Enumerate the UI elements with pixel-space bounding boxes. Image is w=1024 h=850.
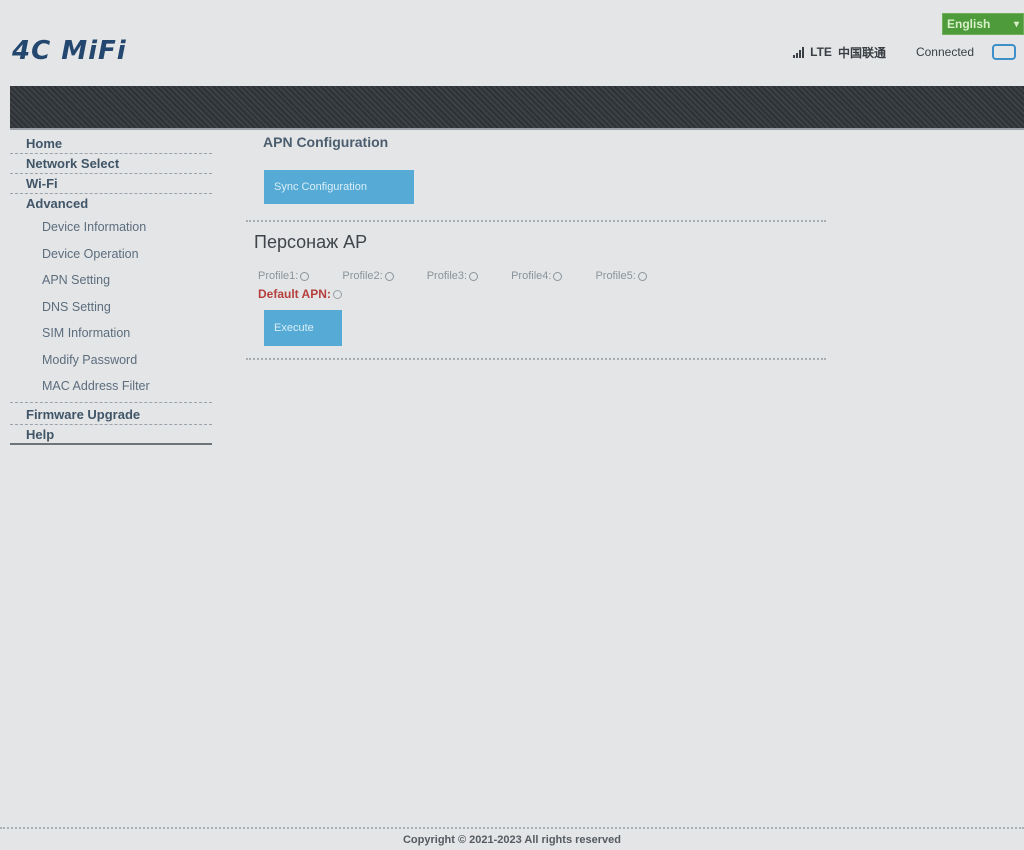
copyright: Copyright © 2021-2023 All rights reserve… bbox=[402, 834, 621, 846]
profile-1-label: Profile1: bbox=[258, 270, 299, 282]
profile-5-label: Profile5: bbox=[595, 270, 636, 282]
profile-3-radio[interactable]: Profile3: bbox=[426, 270, 479, 282]
divider bbox=[246, 220, 826, 222]
radio-icon[interactable] bbox=[637, 271, 647, 281]
sidebar-item-help[interactable]: Help bbox=[10, 425, 212, 445]
profile-2-label: Profile2: bbox=[342, 270, 383, 282]
default-apn-radio[interactable]: Default APN: bbox=[258, 287, 342, 301]
radio-icon[interactable] bbox=[553, 271, 563, 281]
connection-status: Connected bbox=[915, 45, 974, 59]
main-content: APN Configuration Sync Configuration Пер… bbox=[246, 134, 826, 360]
profile-4-radio[interactable]: Profile4: bbox=[511, 270, 563, 282]
logo: 4C MiFi bbox=[12, 36, 127, 66]
header-banner bbox=[10, 86, 1024, 130]
profile-3-label: Profile3: bbox=[426, 270, 468, 282]
sidebar-item-network-select[interactable]: Network Select bbox=[10, 154, 212, 174]
ap-heading: Персонаж AP bbox=[254, 232, 368, 252]
radio-icon[interactable] bbox=[384, 271, 394, 281]
default-apn-label: Default APN: bbox=[258, 287, 331, 301]
radio-icon[interactable] bbox=[300, 271, 310, 281]
radio-icon[interactable] bbox=[469, 271, 479, 281]
carrier-name: 中国联通 bbox=[837, 45, 886, 60]
connection-icon[interactable] bbox=[992, 44, 1016, 60]
chevron-down-icon: ▾ bbox=[1013, 18, 1019, 30]
sidebar-item-mac-address-filter[interactable]: MAC Address Filter bbox=[10, 373, 212, 400]
status-area: LTE 中国联通 Connected bbox=[793, 42, 1016, 62]
sidebar-item-apn-setting[interactable]: APN Setting bbox=[10, 267, 212, 294]
sidebar-item-dns-setting[interactable]: DNS Setting bbox=[10, 294, 212, 321]
network-type: LTE bbox=[810, 45, 832, 59]
sidebar-item-device-information[interactable]: Device Information bbox=[10, 214, 212, 241]
page-title: APN Configuration bbox=[263, 134, 389, 150]
advanced-submenu: Device Information Device Operation APN … bbox=[10, 214, 212, 403]
sidebar-item-advanced[interactable]: Advanced bbox=[10, 194, 212, 214]
language-value: English bbox=[947, 17, 991, 31]
profile-radio-group: Profile1: Profile2: Profile3: Profile4: … bbox=[258, 270, 680, 282]
profile-5-radio[interactable]: Profile5: bbox=[595, 270, 647, 282]
divider bbox=[246, 358, 826, 360]
sidebar-item-firmware-upgrade[interactable]: Firmware Upgrade bbox=[10, 405, 212, 425]
language-select[interactable]: English ▾ bbox=[942, 13, 1024, 35]
execute-button[interactable]: Execute bbox=[264, 310, 342, 346]
signal-icon bbox=[793, 46, 805, 58]
profile-2-radio[interactable]: Profile2: bbox=[342, 270, 394, 282]
sidebar-item-sim-information[interactable]: SIM Information bbox=[10, 320, 212, 347]
radio-icon[interactable] bbox=[332, 289, 342, 299]
sidebar: Home Network Select Wi-Fi Advanced Devic… bbox=[10, 134, 212, 445]
profile-1-radio[interactable]: Profile1: bbox=[258, 270, 310, 282]
profile-4-label: Profile4: bbox=[511, 270, 552, 282]
sync-configuration-button[interactable]: Sync Configuration bbox=[264, 170, 414, 204]
sidebar-item-device-operation[interactable]: Device Operation bbox=[10, 241, 212, 268]
sidebar-item-home[interactable]: Home bbox=[10, 134, 212, 154]
footer-divider bbox=[0, 827, 1024, 829]
sidebar-item-modify-password[interactable]: Modify Password bbox=[10, 347, 212, 374]
sidebar-item-wifi[interactable]: Wi-Fi bbox=[10, 174, 212, 194]
